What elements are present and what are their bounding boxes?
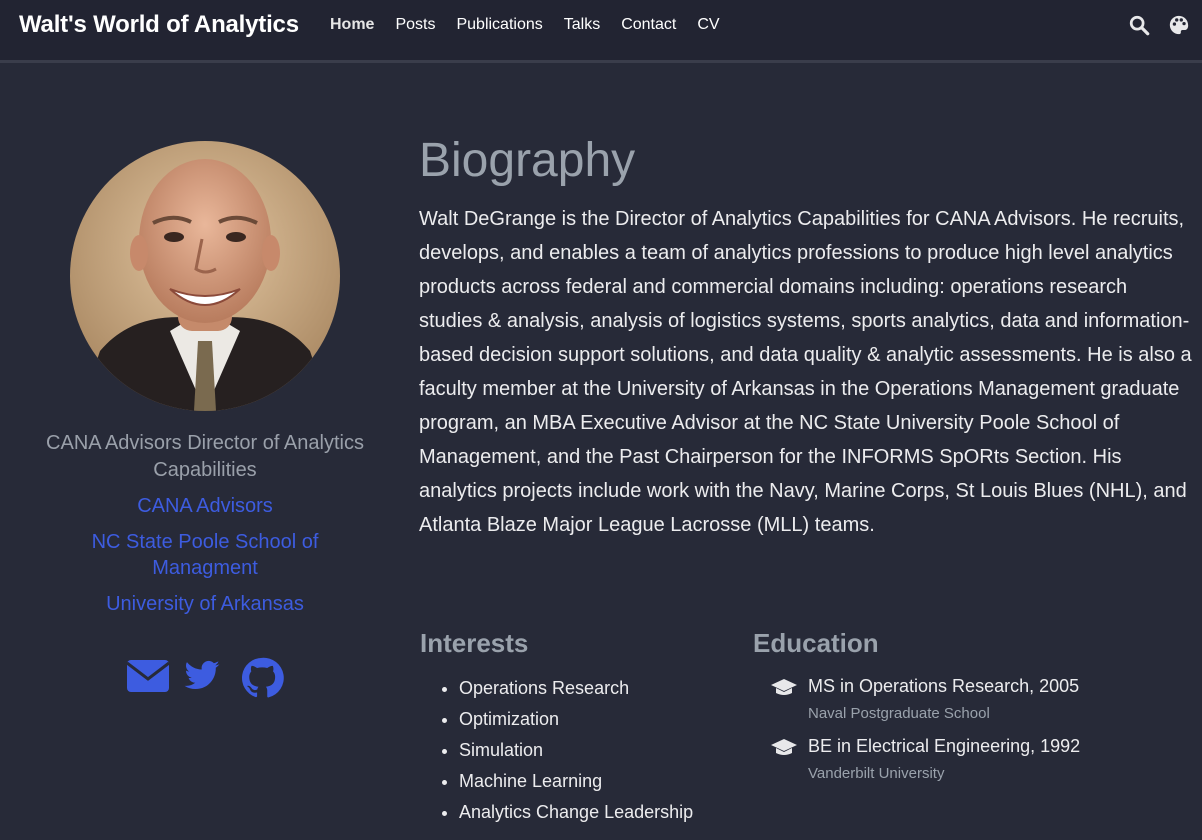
biography-title: Biography	[419, 134, 636, 187]
org-link-arkansas[interactable]: University of Arkansas	[40, 591, 370, 617]
site-brand[interactable]: Walt's World of Analytics	[19, 11, 299, 39]
avatar	[70, 141, 340, 411]
nav-link-contact[interactable]: Contact	[621, 16, 676, 34]
list-item: Operations Research	[459, 673, 693, 704]
social-links	[126, 657, 284, 699]
org-link-ncstate[interactable]: NC State Poole School of Managment	[40, 529, 370, 581]
envelope-icon[interactable]	[126, 657, 170, 695]
twitter-icon[interactable]	[180, 657, 224, 695]
nav-link-publications[interactable]: Publications	[456, 16, 542, 34]
graduation-cap-icon	[771, 739, 797, 755]
interests-title: Interests	[420, 628, 529, 658]
nav-link-cv[interactable]: CV	[697, 16, 719, 34]
list-item: Machine Learning	[459, 766, 693, 797]
interests-list: Operations Research Optimization Simulat…	[440, 673, 693, 828]
education-course: BE in Electrical Engineering, 1992	[808, 736, 1081, 756]
navbar: Walt's World of Analytics Home Posts Pub…	[0, 0, 1202, 63]
list-item: Optimization	[459, 704, 693, 735]
org-link-cana[interactable]: CANA Advisors	[40, 493, 370, 519]
nav-link-home[interactable]: Home	[330, 16, 374, 34]
education-course: MS in Operations Research, 2005	[808, 676, 1080, 696]
nav-link-talks[interactable]: Talks	[564, 16, 600, 34]
palette-icon[interactable]	[1168, 14, 1190, 36]
biography-text: Walt DeGrange is the Director of Analyti…	[419, 208, 1192, 536]
search-icon[interactable]	[1128, 14, 1150, 36]
github-icon[interactable]	[240, 657, 284, 699]
list-item: Simulation	[459, 735, 693, 766]
profile-role: CANA Advisors Director of Analytics Capa…	[46, 432, 364, 481]
education-title: Education	[753, 628, 879, 658]
graduation-cap-icon	[771, 679, 797, 695]
profile-photo	[70, 141, 340, 411]
nav-icons	[1128, 14, 1190, 36]
nav-link-posts[interactable]: Posts	[395, 16, 435, 34]
list-item: Analytics Change Leadership	[459, 797, 693, 828]
education-institution: Vanderbilt University	[808, 765, 945, 782]
education-institution: Naval Postgraduate School	[808, 705, 990, 722]
nav-menu: Home Posts Publications Talks Contact CV	[330, 16, 741, 34]
